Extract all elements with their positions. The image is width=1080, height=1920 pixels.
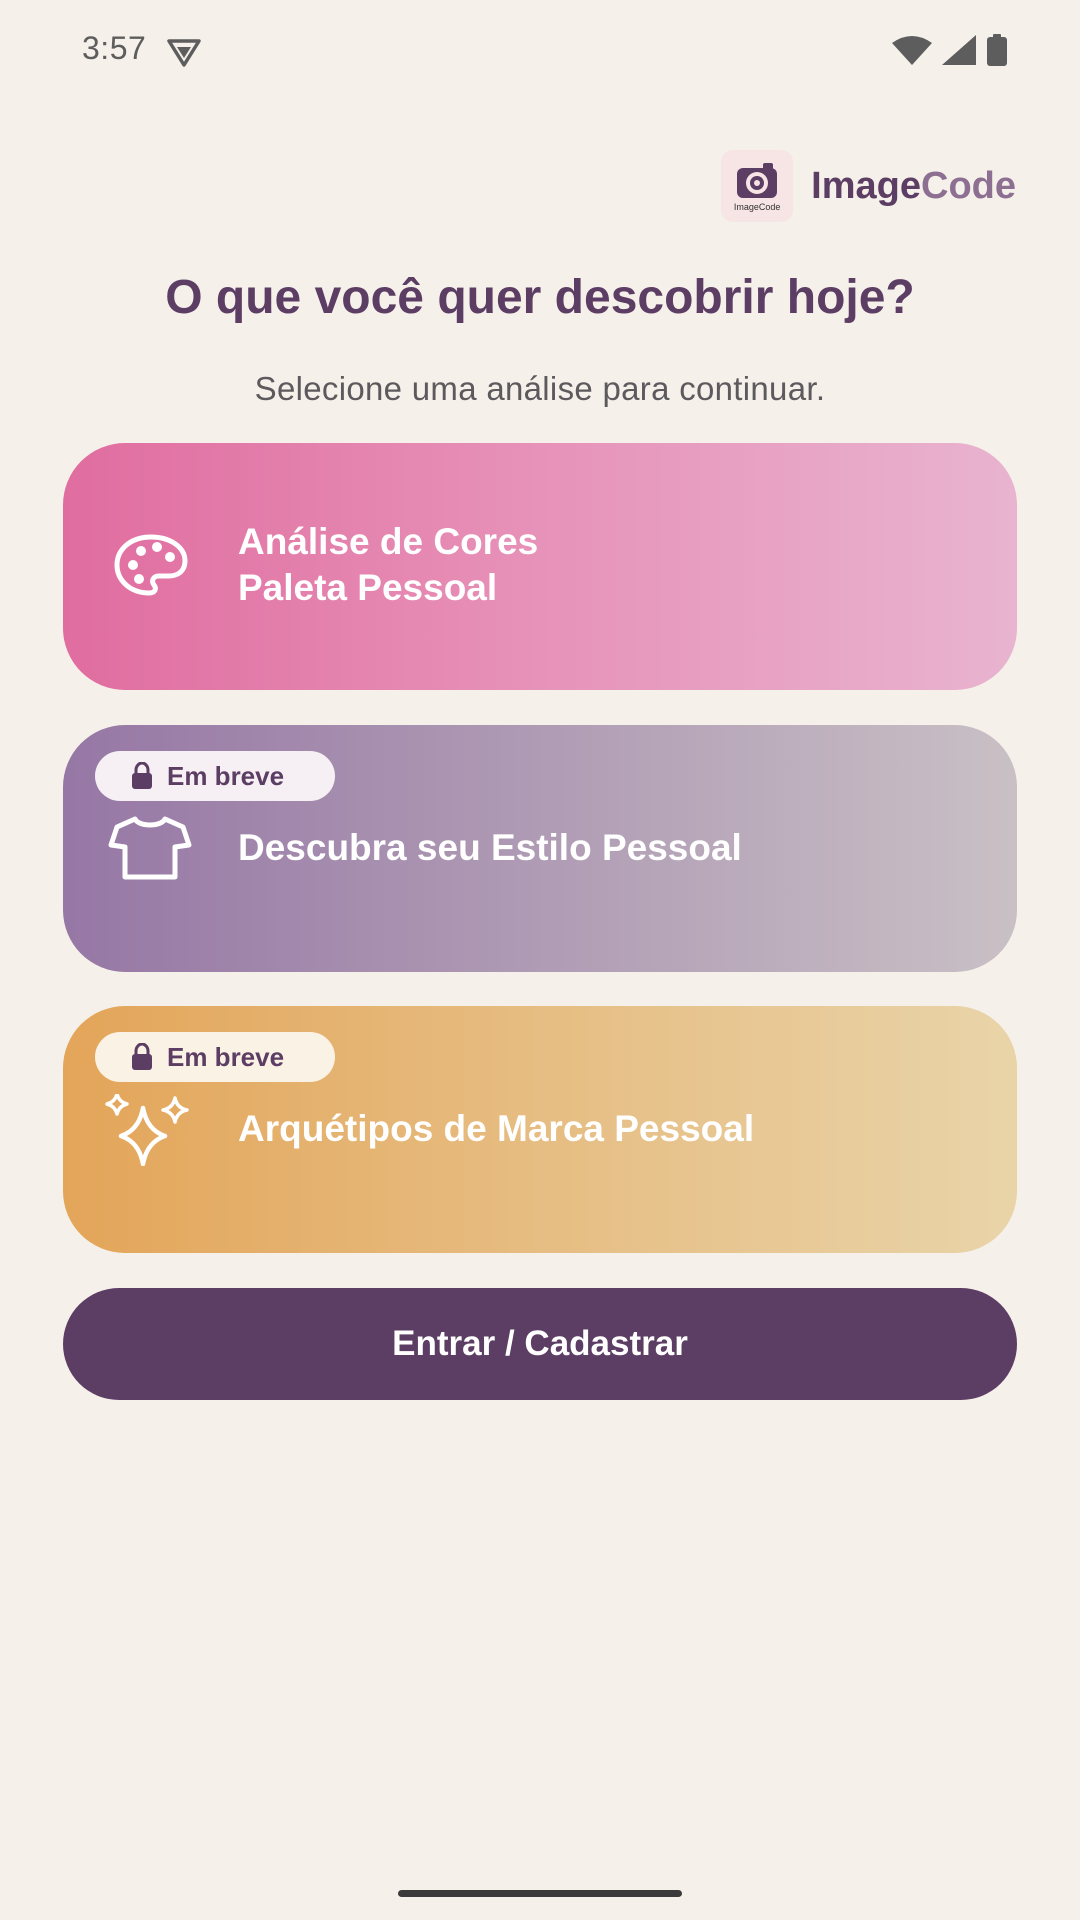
card-label-line1: Análise de Cores [238, 521, 539, 562]
badge-label: Em breve [167, 760, 285, 791]
card-color-analysis[interactable]: Análise de Cores Paleta Pessoal [63, 443, 1017, 690]
card-label-line2: Paleta Pessoal [238, 567, 498, 608]
brand-logo-caption: ImageCode [733, 202, 781, 212]
wifi-icon [892, 36, 932, 65]
home-indicator[interactable] [398, 1890, 682, 1897]
brand-logo: ImageCode [721, 150, 794, 222]
coming-soon-badge: Em breve [95, 1032, 335, 1082]
page-subtitle: Selecione uma análise para continuar. [254, 370, 826, 407]
card-label: Arquétipos de Marca Pessoal [238, 1108, 755, 1149]
status-time: 3:57 [82, 30, 147, 66]
brand-name-part1: Image [811, 164, 921, 207]
camera-logo-icon [737, 163, 778, 198]
sparkles-icon [105, 1094, 189, 1166]
card-personal-style[interactable]: Em breve Descubra seu Estilo Pessoal [63, 725, 1017, 972]
brand-name-part2: Code [921, 164, 1016, 207]
page-title: O que você quer descobrir hoje? [165, 271, 915, 324]
lock-icon [132, 1043, 152, 1070]
status-bar: 3:57 [0, 0, 1080, 100]
brand-header: ImageCode ImageCode [721, 150, 1016, 222]
login-signup-button[interactable]: Entrar / Cadastrar [63, 1288, 1017, 1400]
tshirt-icon [108, 816, 192, 880]
status-icons [892, 34, 1008, 66]
signal-icon [942, 35, 976, 65]
coming-soon-badge: Em breve [95, 751, 335, 801]
battery-icon [987, 34, 1007, 66]
vpn-icon [167, 39, 201, 67]
card-label: Análise de Cores Paleta Pessoal [238, 519, 538, 611]
card-brand-archetypes[interactable]: Em breve Arquétipos de Marca Pessoal [63, 1006, 1017, 1253]
card-label: Descubra seu Estilo Pessoal [238, 827, 742, 868]
palette-icon [114, 534, 188, 596]
badge-label: Em breve [167, 1041, 285, 1072]
brand-name: ImageCode [811, 165, 1016, 208]
lock-icon [132, 762, 152, 789]
